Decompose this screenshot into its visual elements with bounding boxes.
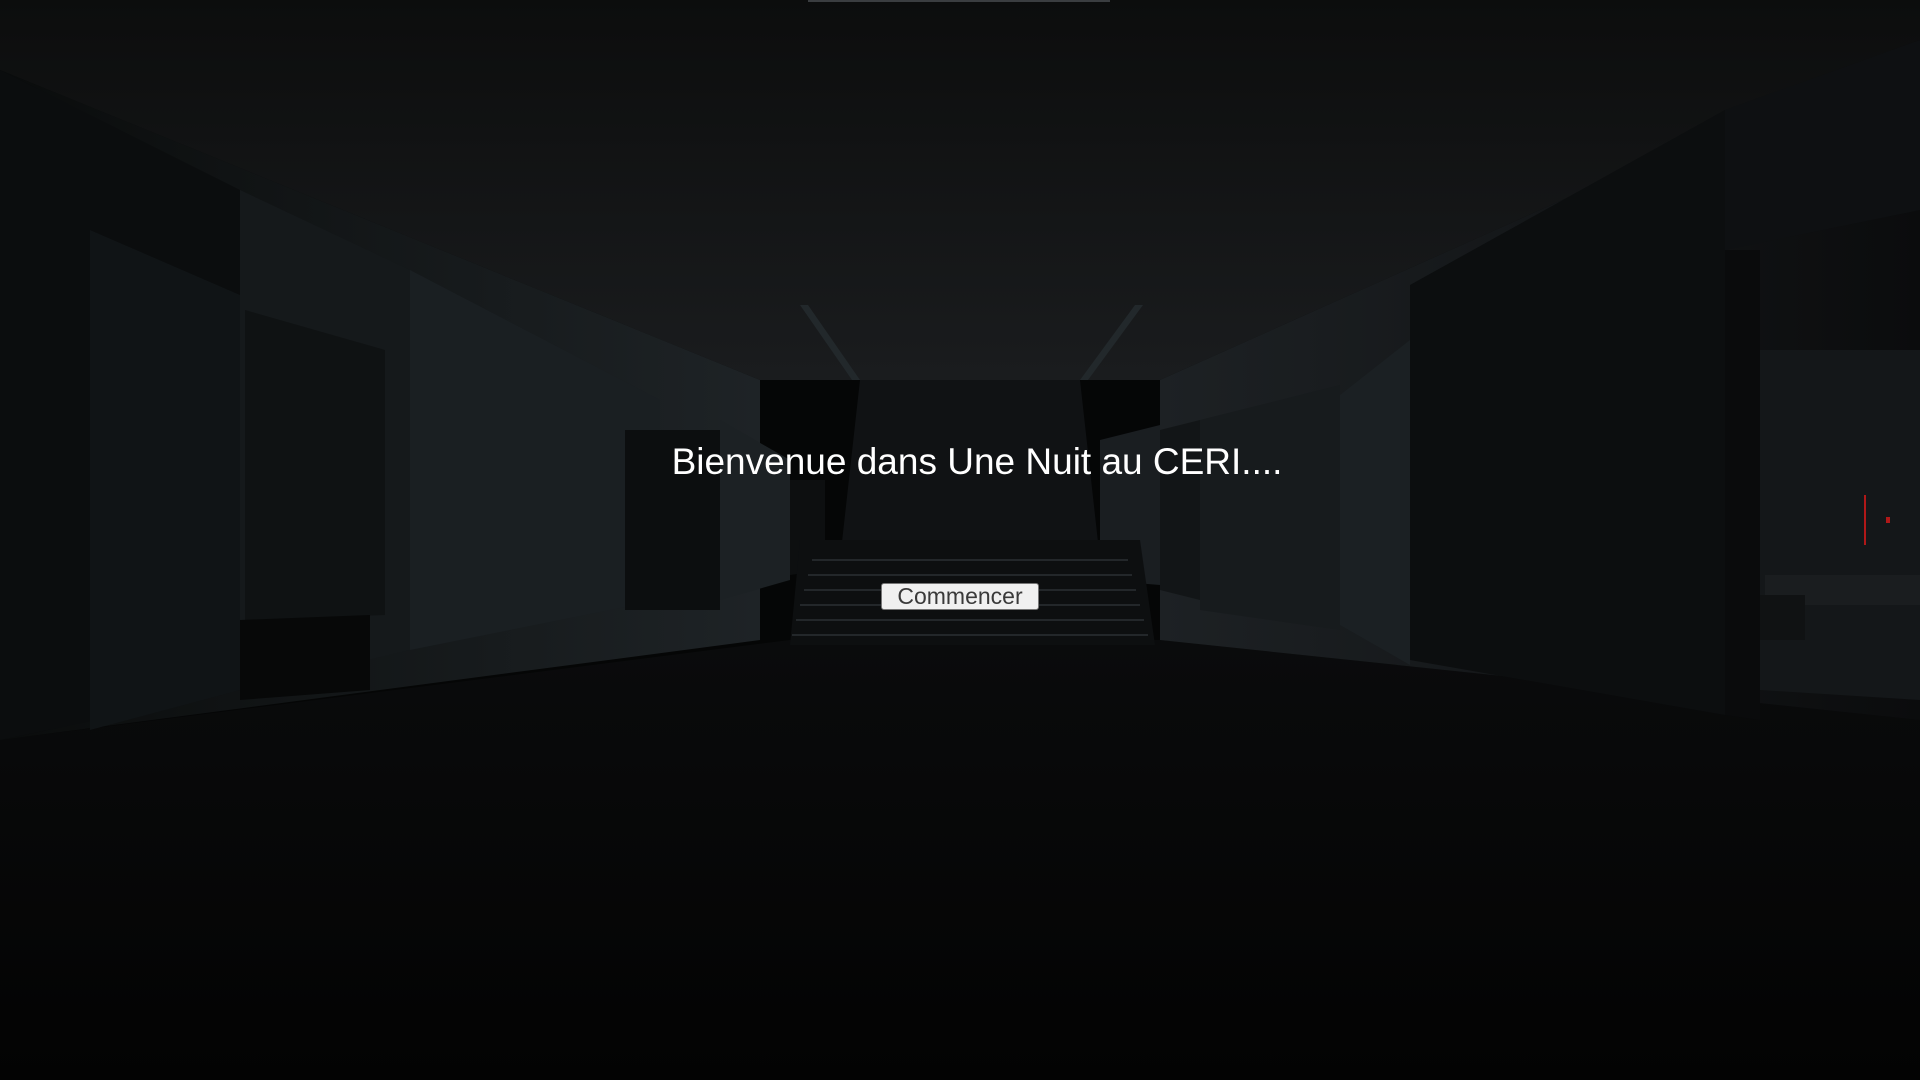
corridor-scene-icon: [0, 0, 1920, 1080]
game-scene-background: [0, 0, 1920, 1080]
start-button[interactable]: Commencer: [881, 583, 1039, 610]
welcome-title: Bienvenue dans Une Nuit au CERI....: [671, 441, 1283, 482]
